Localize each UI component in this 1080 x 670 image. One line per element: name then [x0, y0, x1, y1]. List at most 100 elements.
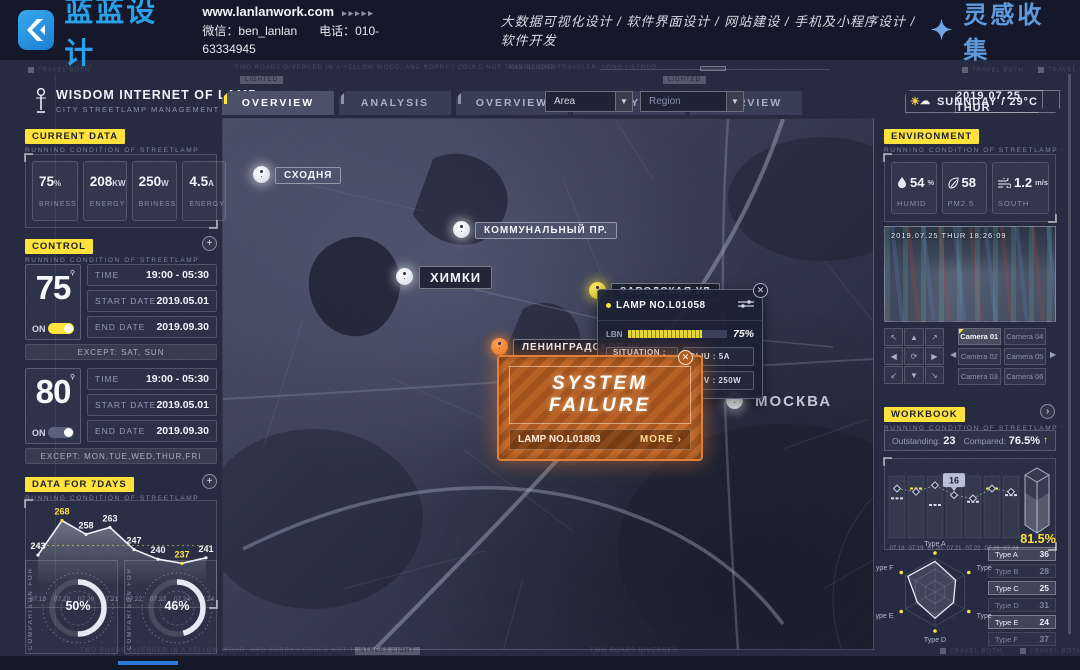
seven-days-add-button[interactable]: +	[202, 474, 217, 489]
popup-close-icon[interactable]: ✕	[753, 283, 768, 298]
pan-down-left-button[interactable]: ↙	[884, 366, 903, 384]
map-label-khimki[interactable]: ХИМКИ	[419, 266, 492, 289]
camera-video-feed[interactable]: 2019.07.25 THUR 18:26:09	[884, 226, 1056, 322]
svg-text:237: 237	[174, 549, 189, 559]
map-pin-khimki[interactable]	[396, 268, 413, 285]
control-add-button[interactable]: +	[202, 236, 217, 251]
scrollbar[interactable]	[1068, 74, 1071, 634]
video-timestamp: 2019.07.25 THUR 18:26:09	[891, 231, 1007, 240]
promo-banner: 蓝蓝设计 www.lanlanwork.com▸▸▸▸▸ 微信：ben_lanl…	[0, 0, 1080, 60]
capacity-cube	[1020, 463, 1054, 543]
gauge-2-value: 46%	[139, 599, 215, 613]
svg-text:Type D: Type D	[924, 637, 946, 644]
leaf-icon	[948, 177, 959, 189]
stat-briness-w: 250WBRINESS	[132, 161, 178, 221]
camera-list-next-icon[interactable]: ▶	[1050, 350, 1056, 359]
deco-poem-bottom-2: TWO ROADS DIVERGED	[590, 648, 678, 654]
env-humidity: 54% HUMID	[891, 162, 937, 214]
control-tag: CONTROL	[25, 239, 93, 254]
camera-06-button[interactable]: Camera 06	[1004, 368, 1047, 385]
type-c-row[interactable]: Type C25	[988, 581, 1056, 595]
schedule-1-except: EXCEPT: SAT, SUN	[25, 344, 217, 360]
control-subtitle: RUNNING CONDITION OF STREETLAMP	[25, 257, 199, 264]
type-radar-chart: Type AType BType CType DType EType F	[876, 538, 994, 650]
pan-up-button[interactable]: ▲	[904, 328, 923, 346]
chevron-down-icon: ▼	[726, 92, 743, 111]
brand-name: 蓝蓝设计	[64, 0, 176, 72]
lamp-dot-icon: ⚲	[70, 373, 75, 381]
spark-icon: ✦	[931, 15, 956, 46]
pan-reset-button[interactable]: ⟳	[904, 347, 923, 365]
camera-05-button[interactable]: Camera 05	[1004, 348, 1047, 365]
tab-analysis-1[interactable]: ANALYSIS	[339, 91, 451, 115]
tab-overview-1[interactable]: OVERVIEW	[222, 91, 334, 115]
deco-lighted-tag-2: LIGHTED	[663, 76, 706, 84]
type-a-row[interactable]: Type A36	[988, 547, 1056, 561]
system-failure-alert: ✕ SYSTEM FAILURE LAMP NO.L01803 MORE ›	[497, 355, 703, 461]
deco-travel-both-2: TRAVEL BOTH	[962, 67, 1024, 74]
schedule-1-start-row: START DATE2019.05.01	[87, 290, 217, 312]
brightness-bar[interactable]	[628, 330, 727, 338]
camera-01-button[interactable]: Camera 01	[958, 328, 1001, 345]
wechat-contact: 微信：ben_lanlan	[202, 24, 297, 38]
workbook-more-button[interactable]: ›	[1040, 404, 1055, 419]
camera-03-button[interactable]: Camera 03	[958, 368, 1001, 385]
svg-text:243: 243	[30, 541, 45, 551]
lbn-label: LBN	[606, 330, 622, 339]
environment-panel: 54% HUMID 58 PM2.5 1.2m/s SOUTH	[884, 154, 1056, 222]
deco-travel-both-3: TRAVEL BOTH	[1038, 67, 1080, 74]
svg-text:Type E: Type E	[876, 613, 894, 620]
map-label-skhodnya[interactable]: СХОДНЯ	[275, 167, 341, 184]
type-e-row[interactable]: Type E24	[988, 615, 1056, 629]
chevron-down-icon: ▼	[615, 92, 632, 111]
pan-down-right-button[interactable]: ↘	[925, 366, 944, 384]
pan-right-button[interactable]: ▶	[925, 347, 944, 365]
region-select[interactable]: Region▼	[640, 91, 744, 112]
deco-poem-bottom-1: TWO ROADS DIVERGED IN A YELLOW WOOD, AND…	[80, 648, 402, 654]
schedule-1-toggle[interactable]	[48, 323, 74, 334]
camera-list-prev-icon[interactable]: ◀	[950, 350, 956, 359]
area-select[interactable]: Area▼	[545, 91, 633, 112]
lamp-dot-icon: ⚲	[70, 269, 75, 277]
brightness-level-1: ⚲ 75 ON	[25, 264, 81, 340]
more-button[interactable]: MORE ›	[640, 434, 682, 445]
schedule-2: ⚲ 80 ON TIME19:00 - 05:30 START DATE2019…	[25, 368, 217, 444]
schedule-2-toggle[interactable]	[48, 427, 74, 438]
alert-close-icon[interactable]: ✕	[678, 350, 693, 365]
alert-lamp-id: LAMP NO.L01803	[518, 434, 601, 445]
city-map[interactable]: СХОДНЯ КОММУНАЛЬНЫЙ ПР. ХИМКИ ЗАВОДСКАЯ …	[222, 118, 874, 650]
camera-02-button[interactable]: Camera 02	[958, 348, 1001, 365]
camera-pan-pad: ↖ ▲ ↗ ◀ ⟳ ▶ ↙ ▼ ↘	[884, 328, 944, 384]
deco-lighted-tag-1: LIGHTED	[240, 76, 283, 84]
env-pm25: 58 PM2.5	[942, 162, 988, 214]
type-list: Type A36 Type B28 Type C25 Type D31 Type…	[988, 547, 1056, 649]
sliders-icon[interactable]	[738, 296, 754, 314]
svg-text:263: 263	[102, 513, 117, 523]
pan-left-button[interactable]: ◀	[884, 347, 903, 365]
status-dot	[606, 303, 611, 308]
map-label-kommunalny[interactable]: КОММУНАЛЬНЫЙ ПР.	[475, 222, 617, 239]
environment-subtitle: RUNNING CONDITION OF STREETLAMP	[884, 147, 1058, 154]
svg-text:16: 16	[949, 476, 959, 486]
workbook-tag: WORKBOOK	[884, 407, 965, 422]
svg-text:241: 241	[198, 544, 213, 554]
pan-up-left-button[interactable]: ↖	[884, 328, 903, 346]
website-link[interactable]: www.lanlanwork.com	[202, 4, 334, 19]
cloud-icon: ☁	[920, 96, 931, 107]
map-pin-leningradskoe[interactable]	[491, 338, 508, 355]
map-pin-skhodnya[interactable]	[253, 166, 270, 183]
svg-text:240: 240	[150, 545, 165, 555]
pan-up-right-button[interactable]: ↗	[925, 328, 944, 346]
pan-down-button[interactable]: ▼	[904, 366, 923, 384]
bottom-frame	[0, 656, 1080, 670]
collect-label: 灵感收集	[963, 0, 1058, 65]
alert-title: SYSTEM FAILURE	[549, 373, 651, 416]
type-b-row[interactable]: Type B28	[988, 564, 1056, 578]
schedule-2-time-row: TIME19:00 - 05:30	[87, 368, 217, 390]
type-f-row[interactable]: Type F37	[988, 632, 1056, 646]
camera-04-button[interactable]: Camera 04	[1004, 328, 1047, 345]
type-d-row[interactable]: Type D31	[988, 598, 1056, 612]
map-pin-kommunalny[interactable]	[453, 221, 470, 238]
brightness-level-2: ⚲ 80 ON	[25, 368, 81, 444]
workbook-bar-chart: 07.1807.1907.2007.2107.2207.2307.2416	[887, 460, 1023, 550]
